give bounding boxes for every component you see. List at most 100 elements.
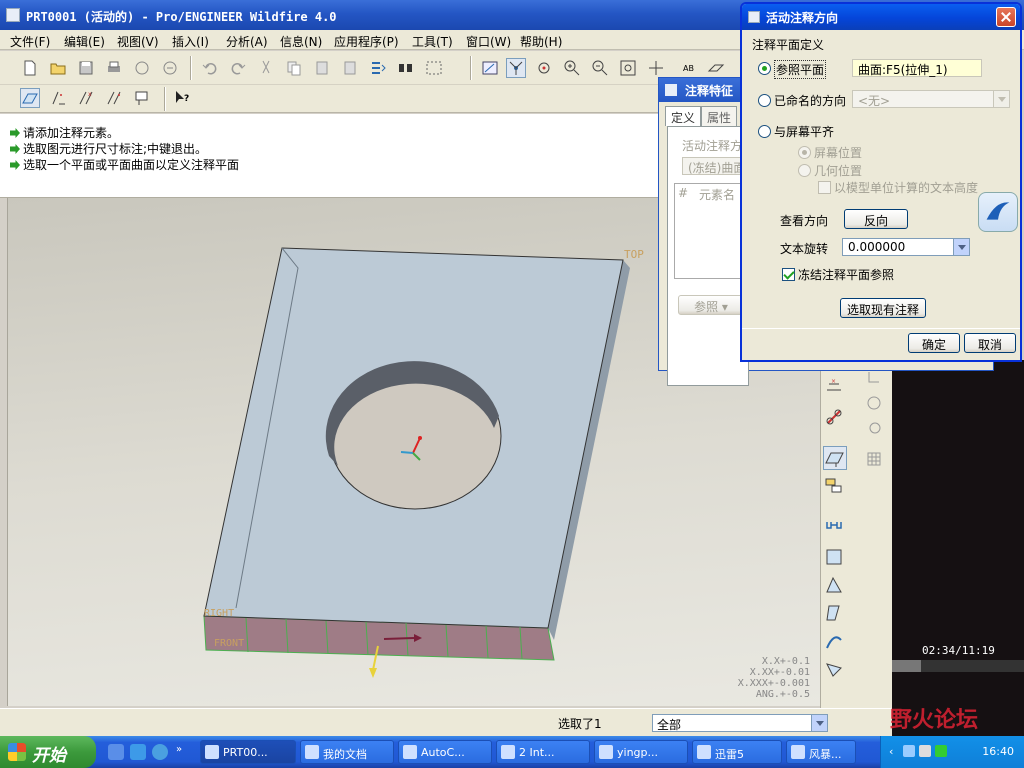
note-icon[interactable] (132, 88, 152, 108)
tab-properties[interactable]: 属性 (701, 106, 738, 126)
quicklaunch-browser-icon[interactable] (152, 744, 168, 760)
named-direction-label[interactable]: 已命名的方向 (774, 92, 846, 109)
context-help-icon[interactable]: ? (172, 88, 192, 108)
copy-icon[interactable] (284, 58, 304, 78)
regenerate-icon[interactable] (368, 58, 388, 78)
dimension-icon[interactable] (48, 88, 68, 108)
datum-curve-icon[interactable] (823, 630, 847, 654)
assistant-bird-icon[interactable] (978, 192, 1018, 232)
taskbar-item-internet[interactable]: 2 Int... (496, 740, 590, 764)
reverse-button[interactable]: 反向 (844, 209, 908, 229)
radio-screen-align[interactable] (758, 125, 771, 138)
taskbar-item-yingp[interactable]: yingp... (594, 740, 688, 764)
cut-icon[interactable] (256, 58, 276, 78)
annotation-plane-tool-icon[interactable] (823, 446, 847, 470)
link-icon[interactable] (823, 406, 847, 430)
cancel-button[interactable]: 取消 (964, 333, 1016, 353)
close-button[interactable] (996, 7, 1016, 27)
checkbox-model-units[interactable] (818, 181, 831, 194)
checkbox-freeze-plane[interactable] (782, 268, 795, 281)
selection-filter-dropdown[interactable]: 全部 (652, 714, 828, 732)
menu-applications[interactable]: 应用程序(P) (334, 33, 399, 50)
plane-display-icon[interactable] (706, 58, 726, 78)
new-file-icon[interactable] (20, 58, 40, 78)
taskbar-item-documents[interactable]: 我的文档 (300, 740, 394, 764)
taskbar-item-storm[interactable]: 风暴... (786, 740, 856, 764)
datum-target-icon[interactable] (823, 518, 847, 542)
taskbar-item-autocad[interactable]: AutoC... (398, 740, 492, 764)
reference-dimension-icon[interactable]: x (76, 88, 96, 108)
surface-finish-icon[interactable] (823, 546, 847, 570)
send-link-icon[interactable] (160, 58, 180, 78)
quicklaunch-desktop-icon[interactable] (108, 744, 124, 760)
taskbar-item-proe[interactable]: PRT00... (200, 740, 296, 764)
annotation-display-icon[interactable]: AB (680, 58, 700, 78)
radio-reference-plane[interactable] (758, 62, 771, 75)
orient-mode-icon[interactable] (534, 58, 554, 78)
menu-view[interactable]: 视图(V) (117, 33, 159, 50)
refit-icon[interactable] (618, 58, 638, 78)
quicklaunch-ie-icon[interactable] (130, 744, 146, 760)
repaint-icon[interactable] (480, 58, 500, 78)
find-icon[interactable] (396, 58, 416, 78)
sketch-tool-icon[interactable] (863, 368, 887, 392)
spin-center-icon[interactable] (506, 58, 526, 78)
xunlei-icon (697, 745, 711, 759)
radio-screen-position[interactable] (798, 146, 811, 159)
save-icon[interactable] (76, 58, 96, 78)
paste-icon[interactable] (312, 58, 332, 78)
annotation-element-icon[interactable] (823, 476, 847, 500)
zoom-out-icon[interactable] (590, 58, 610, 78)
send-mail-icon[interactable] (132, 58, 152, 78)
video-player[interactable]: 02:34/11:19 (892, 360, 1024, 736)
reference-plane-label[interactable]: 参照平面 (774, 60, 827, 79)
named-direction-dropdown[interactable]: <无> (852, 90, 1010, 108)
navigator-collapse-strip[interactable] (0, 198, 8, 706)
menu-help[interactable]: 帮助(H) (520, 33, 562, 50)
datum-plane-icon[interactable] (823, 574, 847, 598)
ok-button[interactable]: 确定 (908, 333, 960, 353)
paste-special-icon[interactable] (340, 58, 360, 78)
ordinate-dimension-icon[interactable] (104, 88, 124, 108)
radio-geometry-position[interactable] (798, 164, 811, 177)
tolerance-icon[interactable]: × (823, 376, 847, 400)
menu-insert[interactable]: 插入(I) (172, 33, 209, 50)
tray-app-icon[interactable] (935, 745, 947, 757)
tray-network-icon[interactable] (903, 745, 915, 757)
menu-tools[interactable]: 工具(T) (412, 33, 453, 50)
tray-volume-icon[interactable] (919, 745, 931, 757)
reorient-icon[interactable] (646, 58, 666, 78)
select-existing-annotation-button[interactable]: 选取现有注释 (840, 298, 926, 318)
reference-button[interactable]: 参照 ▾ (678, 295, 744, 315)
grid-tool-icon[interactable] (863, 448, 887, 472)
menu-edit[interactable]: 编辑(E) (64, 33, 105, 50)
text-rotation-dropdown[interactable]: 0.000000 (842, 238, 970, 256)
quicklaunch-expand-icon[interactable]: » (176, 744, 186, 760)
menu-info[interactable]: 信息(N) (280, 33, 322, 50)
tray-collapse-icon[interactable]: ‹ (889, 745, 893, 758)
taskbar-item-xunlei[interactable]: 迅雷5 (692, 740, 782, 764)
offset-tool-icon[interactable] (863, 418, 887, 442)
menu-analysis[interactable]: 分析(A) (226, 33, 268, 50)
undo-icon[interactable] (200, 58, 220, 78)
screen-align-label[interactable]: 与屏幕平齐 (774, 123, 834, 140)
message-area: 请添加注释元素。 选取图元进行尺寸标注;中键退出。 选取一个平面或平面曲面以定义… (0, 114, 740, 198)
datum-axis-icon[interactable] (823, 602, 847, 626)
datum-point-icon[interactable] (823, 658, 847, 682)
reference-plane-field[interactable]: 曲面:F5(拉伸_1) (852, 59, 982, 77)
zoom-in-icon[interactable] (562, 58, 582, 78)
video-progress-bar[interactable] (892, 660, 1024, 672)
redo-icon[interactable] (228, 58, 248, 78)
radio-named-direction[interactable] (758, 94, 771, 107)
open-folder-icon[interactable] (48, 58, 68, 78)
windows-taskbar: 开始 » PRT00... 我的文档 AutoC... 2 Int... yin… (0, 708, 1024, 768)
start-button[interactable]: 开始 (0, 736, 96, 768)
tab-definition[interactable]: 定义 (665, 106, 702, 126)
menu-window[interactable]: 窗口(W) (466, 33, 511, 50)
circle-tool-icon[interactable] (863, 392, 887, 416)
print-icon[interactable] (104, 58, 124, 78)
select-box-icon[interactable] (424, 58, 444, 78)
menu-file[interactable]: 文件(F) (10, 33, 50, 50)
annotation-plane-icon[interactable] (20, 88, 40, 108)
datum-label-front: FRONT (214, 638, 245, 649)
